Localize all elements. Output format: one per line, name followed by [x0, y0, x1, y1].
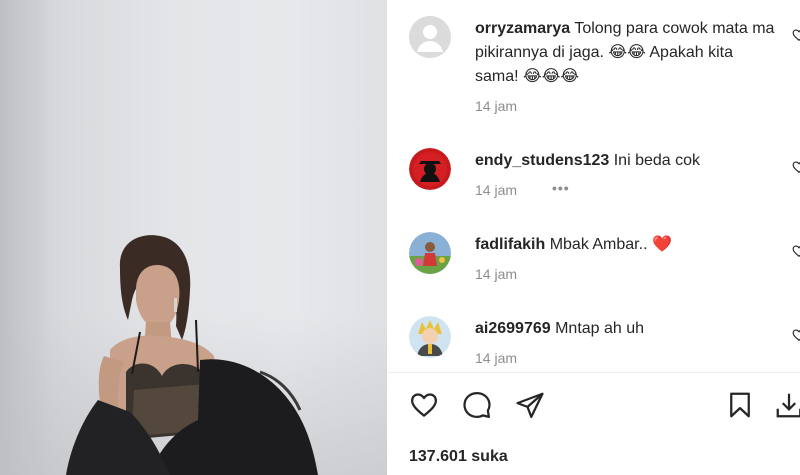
action-bar	[387, 388, 800, 428]
comments-list[interactable]: orryzamarya Tolong para cowok mata ma pi…	[387, 0, 800, 372]
default-avatar-icon[interactable]	[409, 16, 451, 58]
comment-username[interactable]: fadlifakih	[475, 236, 545, 253]
comment-time[interactable]: 14 jam	[475, 98, 517, 114]
comment-like-icon[interactable]	[792, 160, 800, 174]
comments-panel: orryzamarya Tolong para cowok mata ma pi…	[387, 0, 800, 475]
comment-text: endy_studens123 Ini beda cok	[475, 149, 775, 173]
share-button[interactable]	[513, 388, 547, 422]
comment-time[interactable]: 14 jam	[475, 182, 517, 198]
comment-username[interactable]: endy_studens123	[475, 152, 609, 169]
share-icon	[516, 392, 544, 418]
comment-like-icon[interactable]	[792, 328, 800, 342]
comment-time[interactable]: 14 jam	[475, 350, 517, 366]
comment-body: Ini beda cok	[613, 152, 701, 169]
comment-username[interactable]: ai2699769	[475, 320, 551, 337]
anime-avatar[interactable]	[409, 316, 451, 358]
red-silhouette-avatar[interactable]	[409, 148, 451, 190]
post-photo[interactable]	[0, 0, 387, 475]
comment-like-icon[interactable]	[792, 28, 800, 42]
heart-icon	[411, 393, 437, 417]
model-figure	[66, 235, 318, 475]
comment-body: Mntap ah uh	[555, 320, 645, 337]
like-button[interactable]	[407, 388, 441, 422]
save-button[interactable]	[723, 388, 757, 422]
comment-text: fadlifakih Mbak Ambar.. ❤️	[475, 233, 775, 257]
comment-icon	[463, 392, 491, 418]
comment-text: ai2699769 Mntap ah uh	[475, 317, 775, 341]
comment-time[interactable]: 14 jam	[475, 266, 517, 282]
divider	[387, 372, 800, 373]
download-icon	[776, 393, 800, 418]
photo-avatar[interactable]	[409, 232, 451, 274]
more-options-icon[interactable]: •••	[552, 180, 570, 196]
likes-count[interactable]: 137.601 suka	[409, 448, 508, 466]
comment-username[interactable]: orryzamarya	[475, 20, 570, 37]
comment-button[interactable]	[460, 388, 494, 422]
download-button[interactable]	[772, 388, 800, 422]
comment-like-icon[interactable]	[792, 244, 800, 258]
bookmark-icon	[730, 392, 750, 418]
comment-body: Mbak Ambar.. ❤️	[549, 236, 672, 253]
comment-text: orryzamarya Tolong para cowok mata ma pi…	[475, 17, 775, 89]
